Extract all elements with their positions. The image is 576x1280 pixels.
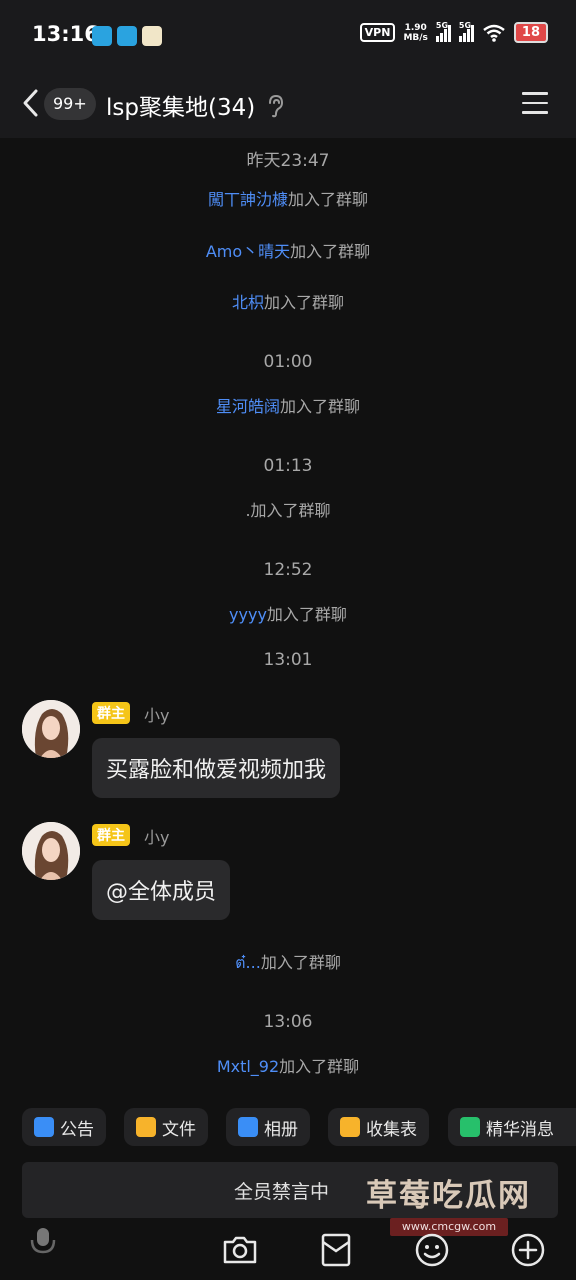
timestamp: 01:00: [263, 352, 313, 372]
form-icon: [340, 1117, 360, 1137]
menu-icon[interactable]: [522, 92, 548, 114]
network-speed-unit: MB/s: [403, 32, 428, 43]
microphone-icon[interactable]: [22, 1226, 64, 1258]
join-text: 加入了群聊: [264, 293, 345, 312]
signal-icon: 5G: [435, 20, 451, 42]
status-time: 13:16: [32, 22, 99, 46]
emoji-icon[interactable]: [412, 1230, 452, 1270]
member-name-link[interactable]: ต๋...: [235, 953, 261, 972]
plus-icon[interactable]: [508, 1230, 548, 1270]
files-label: 文件: [162, 1119, 196, 1140]
telegram-icon: [92, 26, 112, 46]
red-packet-icon[interactable]: [316, 1230, 356, 1270]
member-name-link[interactable]: 北枳: [232, 293, 264, 312]
status-indicators: VPN 1.90 MB/s 5G 5G 18: [359, 20, 548, 43]
group-quick-bar: 公告 文件 相册 收集表 精华消息: [0, 1100, 576, 1156]
network-type-label: 5G: [458, 20, 472, 30]
avatar[interactable]: [22, 822, 80, 880]
timestamp: 昨天23:47: [246, 151, 330, 171]
member-name-link[interactable]: Mxtl_92: [217, 1057, 279, 1076]
system-join-notice: 星河皓阔加入了群聊: [0, 393, 576, 417]
sender-name[interactable]: 小y: [144, 702, 169, 726]
join-text: 加入了群聊: [290, 242, 371, 261]
essence-messages-button[interactable]: 精华消息: [448, 1108, 576, 1146]
signal-icon: 5G: [458, 20, 474, 42]
back-arrow-icon[interactable]: [20, 88, 42, 118]
network-speed-value: 1.90: [404, 22, 427, 33]
system-join-notice: ต๋...加入了群聊: [0, 949, 576, 976]
chat-message: 群主 小y @全体成员: [22, 822, 562, 932]
system-join-notice: .加入了群聊: [0, 497, 576, 521]
telegram-icon: [117, 26, 137, 46]
join-text: 加入了群聊: [266, 605, 347, 624]
system-join-notice: Mxtl_92加入了群聊: [0, 1053, 576, 1077]
announcement-button[interactable]: 公告: [22, 1108, 106, 1146]
message-bubble[interactable]: @全体成员: [92, 860, 231, 920]
chat-header: 99+ lsp聚集地(34): [0, 72, 576, 138]
album-icon: [238, 1117, 258, 1137]
timestamp: 01:13: [263, 456, 313, 476]
system-join-notice: 闖丅訷氻槺加入了群聊: [0, 186, 576, 210]
timestamp: 12:52: [263, 560, 313, 580]
join-text: 加入了群聊: [280, 397, 361, 416]
announcement-label: 公告: [60, 1119, 94, 1140]
album-label: 相册: [264, 1119, 298, 1140]
member-name-link[interactable]: 星河皓阔: [216, 397, 280, 416]
chat-message: 群主 小y 买露脸和做爱视频加我: [22, 700, 562, 810]
folder-icon: [136, 1117, 156, 1137]
album-button[interactable]: 相册: [226, 1108, 310, 1146]
member-name-link[interactable]: 闖丅訷氻槺: [208, 190, 288, 209]
mute-all-notice: 全员禁言中: [234, 1181, 330, 1203]
network-type-label: 5G: [435, 20, 449, 30]
battery-indicator: 18: [513, 22, 548, 43]
form-label: 收集表: [366, 1119, 417, 1140]
announcement-icon: [34, 1117, 54, 1137]
system-join-notice: 北枳加入了群聊: [0, 289, 576, 313]
join-text: 加入了群聊: [288, 190, 369, 209]
system-join-notice: Amo丶晴天加入了群聊: [0, 238, 576, 262]
essence-icon: [460, 1117, 480, 1137]
join-text: 加入了群聊: [250, 501, 331, 520]
unread-count-badge[interactable]: 99+: [44, 88, 96, 120]
vpn-indicator: VPN: [359, 23, 396, 42]
system-join-notice: yyyy加入了群聊: [0, 601, 576, 625]
wifi-icon: [483, 24, 505, 42]
input-toolbar: [0, 1222, 576, 1280]
camera-icon[interactable]: [220, 1230, 260, 1270]
form-button[interactable]: 收集表: [328, 1108, 429, 1146]
ear-icon[interactable]: [266, 94, 284, 118]
owner-badge: 群主: [92, 702, 130, 724]
files-button[interactable]: 文件: [124, 1108, 208, 1146]
join-text: 加入了群聊: [260, 953, 341, 972]
timestamp: 13:06: [263, 1012, 313, 1032]
notes-app-icon: [142, 26, 162, 46]
timestamp: 13:01: [263, 650, 313, 670]
owner-badge: 群主: [92, 824, 130, 846]
status-bar: 13:16 VPN 1.90 MB/s 5G 5G 18: [0, 0, 576, 72]
member-name-link[interactable]: yyyy: [229, 605, 267, 624]
sender-name[interactable]: 小y: [144, 824, 169, 848]
member-name-link[interactable]: Amo丶晴天: [206, 242, 290, 261]
message-list[interactable]: 昨天23:47 闖丅訷氻槺加入了群聊 Amo丶晴天加入了群聊 北枳加入了群聊 0…: [0, 138, 576, 1100]
network-speed: 1.90 MB/s: [403, 23, 427, 43]
watermark-text: 草莓吃瓜网: [366, 1178, 531, 1214]
join-text: 加入了群聊: [279, 1057, 360, 1076]
message-bubble[interactable]: 买露脸和做爱视频加我: [92, 738, 341, 798]
group-title[interactable]: lsp聚集地(34): [106, 88, 255, 122]
avatar[interactable]: [22, 700, 80, 758]
essence-label: 精华消息: [486, 1119, 554, 1140]
